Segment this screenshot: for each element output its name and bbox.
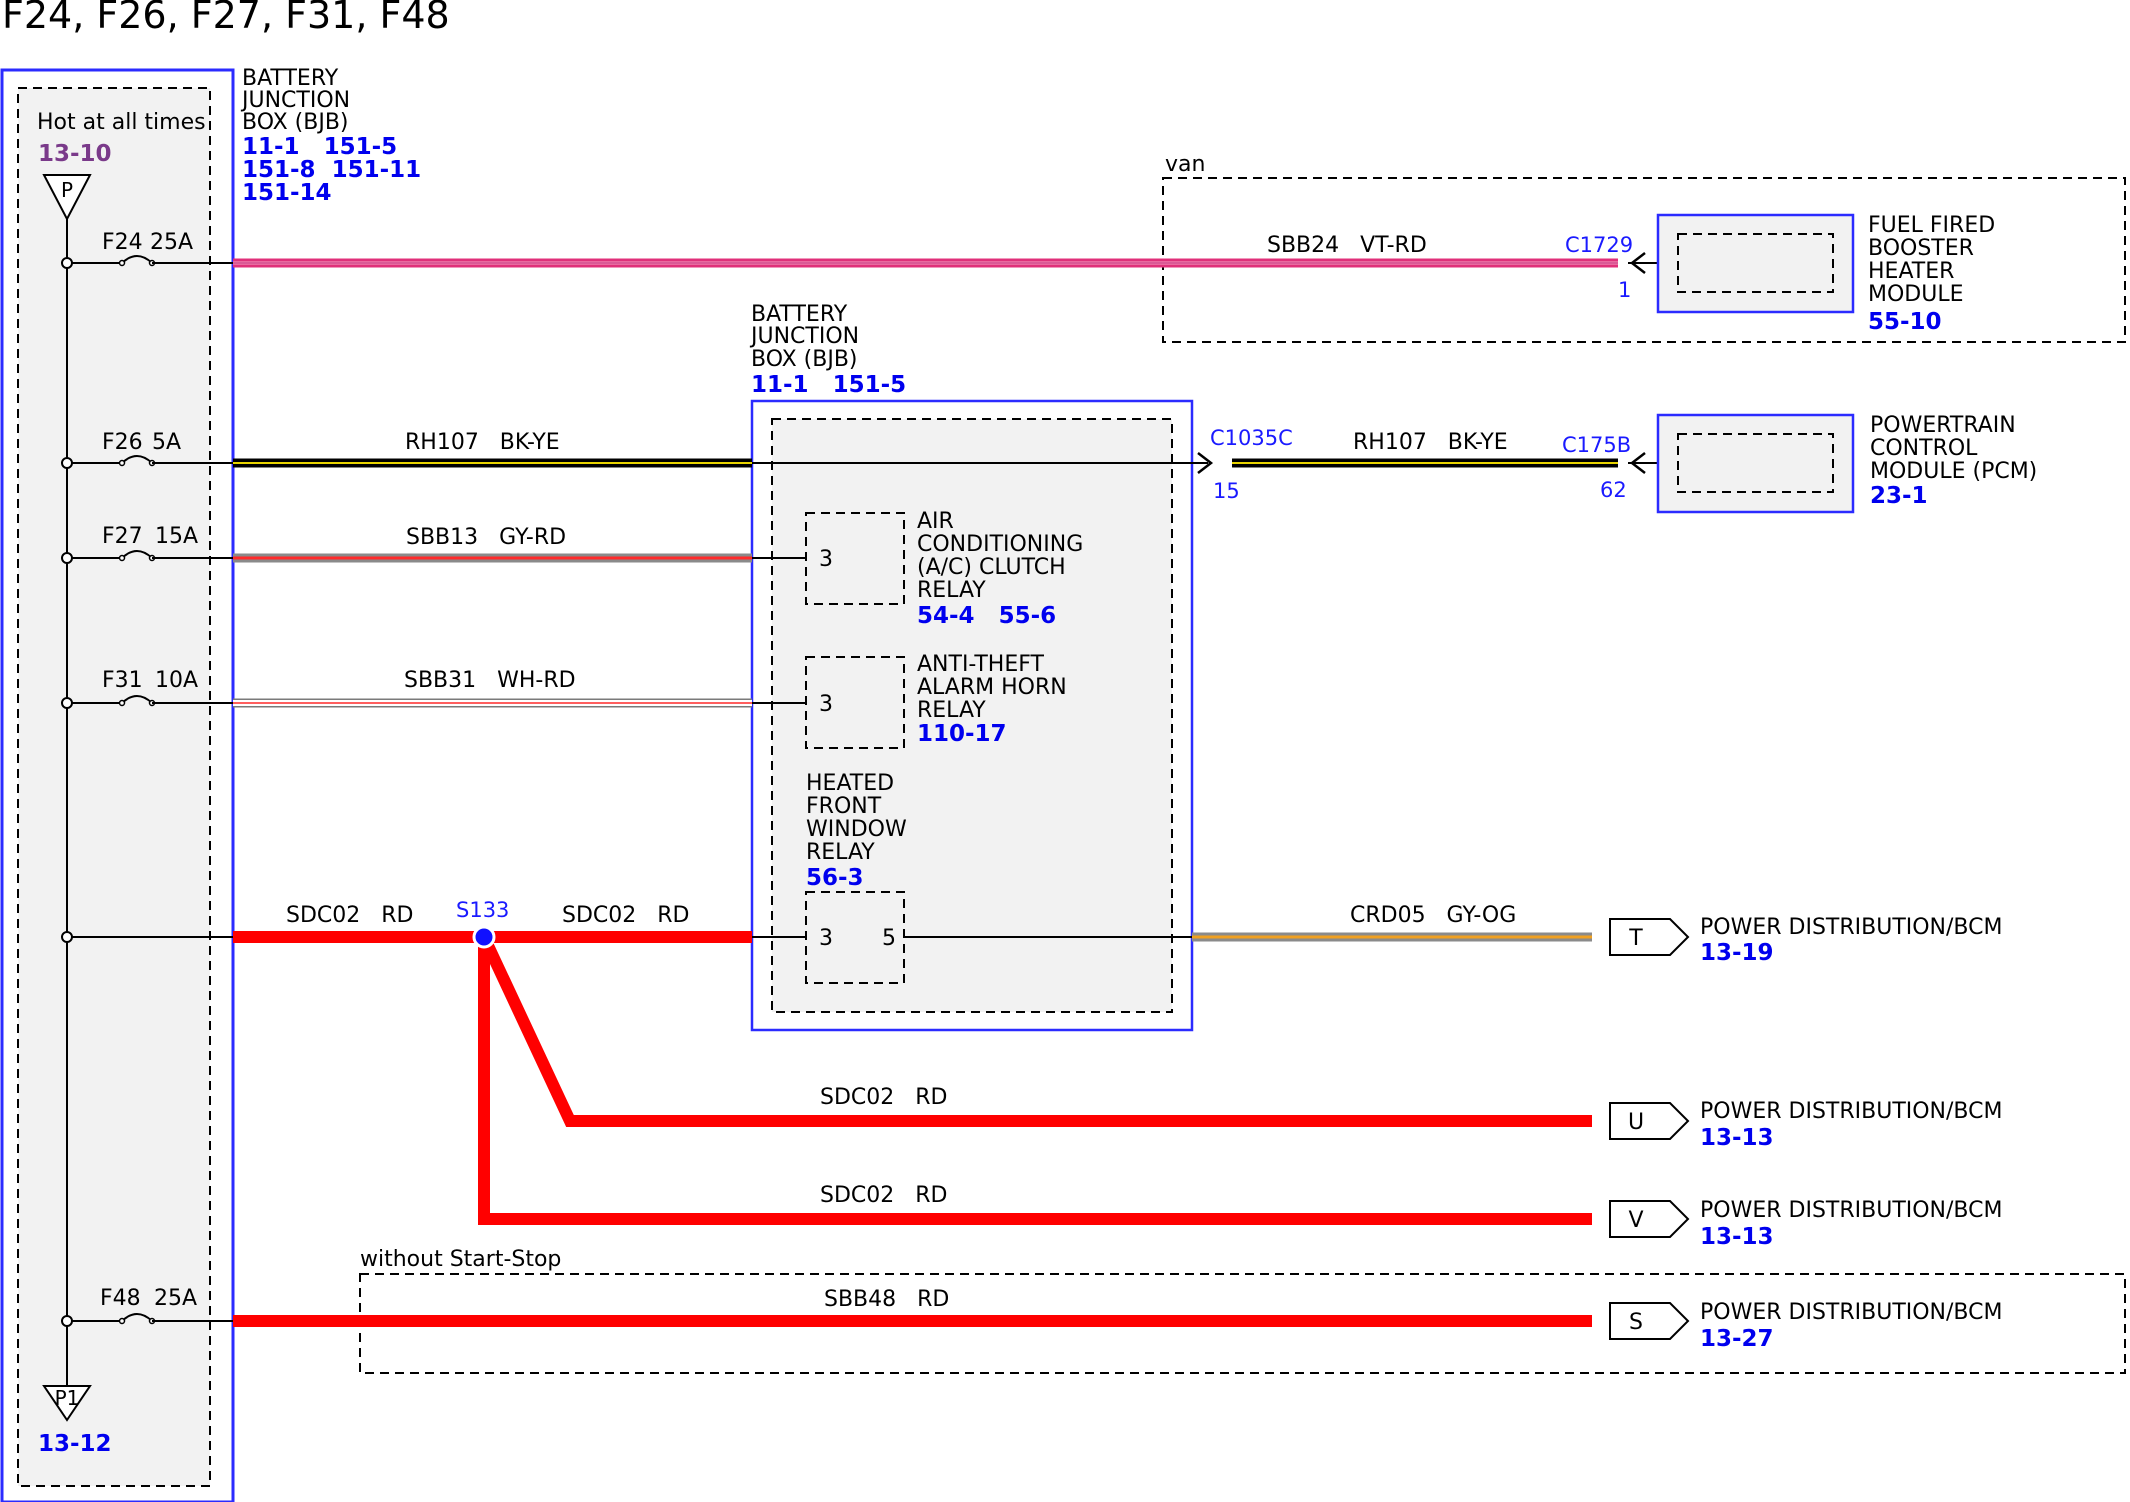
module-fuel-fired-ref[interactable]: 55-10	[1868, 309, 1942, 335]
connector-c1035c-pin: 15	[1213, 479, 1240, 503]
relay-ac-clutch-pin: 3	[819, 547, 833, 572]
svg-text:FUEL FIRED: FUEL FIRED	[1868, 213, 1995, 238]
wire-rh107-right-label: RH107 BK-YE	[1353, 430, 1508, 455]
destination-v-ref[interactable]: 13-13	[1700, 1224, 1774, 1250]
svg-text:RELAY: RELAY	[806, 840, 875, 865]
bjb-left-name: BATTERY JUNCTION BOX (BJB)	[240, 66, 350, 135]
svg-text:ALARM HORN: ALARM HORN	[917, 675, 1067, 700]
splice-s133-label: S133	[456, 898, 509, 922]
module-fuel-fired-booster-heater[interactable]	[1656, 213, 1855, 314]
svg-text:POWERTRAIN: POWERTRAIN	[1870, 413, 2016, 438]
fuse-f31-id: F31	[102, 668, 143, 693]
svg-text:P1: P1	[55, 1386, 80, 1410]
svg-text:CONTROL: CONTROL	[1870, 436, 1978, 461]
svg-text:RELAY: RELAY	[917, 578, 986, 603]
relay-ac-clutch-refs[interactable]: 54-4 55-6	[917, 603, 1056, 629]
wire-rh107-left-label: RH107 BK-YE	[405, 430, 560, 455]
module-pcm[interactable]	[1656, 413, 1855, 514]
svg-text:HEATED: HEATED	[806, 771, 894, 796]
svg-text:WINDOW: WINDOW	[806, 817, 907, 842]
bjb-center-name: BATTERY JUNCTION BOX (BJB)	[749, 302, 859, 372]
fuse-f31-rating: 10A	[155, 668, 198, 693]
connector-c175b[interactable]: C175B	[1562, 433, 1631, 457]
splice-s133-icon[interactable]	[472, 925, 496, 949]
fuse-f48-rating: 25A	[154, 1286, 197, 1311]
connector-c1729-pin: 1	[1618, 278, 1631, 302]
destination-s-ref[interactable]: 13-27	[1700, 1326, 1774, 1352]
destination-u[interactable]: U POWER DISTRIBUTION/BCM 13-13	[1609, 1099, 2002, 1151]
svg-text:ANTI-THEFT: ANTI-THEFT	[917, 652, 1045, 677]
wire-sbb31-label: SBB31 WH-RD	[404, 668, 576, 693]
page-title: F24, F26, F27, F31, F48	[2, 0, 450, 37]
wire-crd05-label: CRD05 GY-OG	[1350, 903, 1516, 928]
wiring-diagram: F24, F26, F27, F31, F48 Hot at all times…	[0, 0, 2126, 1502]
destination-v-label: POWER DISTRIBUTION/BCM	[1700, 1198, 2002, 1223]
destination-s[interactable]: S POWER DISTRIBUTION/BCM 13-27	[1609, 1300, 2002, 1352]
bjb-center-refs[interactable]: 11-1 151-5	[751, 372, 906, 398]
module-pcm-ref[interactable]: 23-1	[1870, 483, 1928, 509]
hot-ref-link[interactable]: 13-10	[38, 141, 112, 167]
svg-text:CONDITIONING: CONDITIONING	[917, 532, 1083, 557]
svg-text:BOX (BJB): BOX (BJB)	[242, 110, 349, 135]
fuse-f24-rating: 25A	[150, 230, 193, 255]
fuse-f26-id: F26	[102, 430, 143, 455]
hot-label: Hot at all times	[37, 110, 206, 135]
destination-t[interactable]: T POWER DISTRIBUTION/BCM 13-19	[1609, 915, 2002, 966]
destination-v-letter: V	[1628, 1208, 1643, 1233]
destination-u-letter: U	[1628, 1110, 1644, 1135]
svg-text:BOOSTER: BOOSTER	[1868, 236, 1974, 261]
destination-t-label: POWER DISTRIBUTION/BCM	[1700, 915, 2002, 940]
fuse-f26-rating: 5A	[152, 430, 181, 455]
svg-text:RELAY: RELAY	[917, 698, 986, 723]
destination-u-label: POWER DISTRIBUTION/BCM	[1700, 1099, 2002, 1124]
wire-sdc02-u-label: SDC02 RD	[820, 1085, 947, 1110]
fuse-f48-id: F48	[100, 1286, 141, 1311]
svg-text:BOX (BJB): BOX (BJB)	[751, 347, 858, 372]
svg-text:151-14: 151-14	[242, 180, 332, 206]
option-without-start-stop-label: without Start-Stop	[360, 1247, 561, 1272]
wire-sbb13-label: SBB13 GY-RD	[406, 525, 566, 550]
fuse-f24-id: F24	[102, 230, 143, 255]
destination-t-ref[interactable]: 13-19	[1700, 940, 1774, 966]
wire-sdc02-left-label: SDC02 RD	[286, 903, 413, 928]
wire-sdc02-v-label: SDC02 RD	[820, 1183, 947, 1208]
wire-sdc02-right-label: SDC02 RD	[562, 903, 689, 928]
svg-text:FRONT: FRONT	[806, 794, 882, 819]
svg-text:P: P	[61, 178, 73, 202]
bjb-left-refs[interactable]: 11-1 151-5 151-8 151-11 151-14	[242, 134, 421, 206]
bjb-left-inner	[17, 87, 211, 1487]
svg-text:JUNCTION: JUNCTION	[749, 324, 859, 349]
fuse-f27-rating: 15A	[155, 524, 198, 549]
option-van-label: van	[1165, 152, 1205, 177]
wire-sbb24-label: SBB24 VT-RD	[1267, 233, 1427, 258]
relay-anti-theft-horn-pin: 3	[819, 692, 833, 717]
relay-anti-theft-horn-refs[interactable]: 110-17	[917, 721, 1007, 747]
wire-sbb48-label: SBB48 RD	[824, 1287, 949, 1312]
svg-text:MODULE (PCM): MODULE (PCM)	[1870, 459, 2037, 484]
destination-t-letter: T	[1628, 926, 1643, 951]
destination-s-label: POWER DISTRIBUTION/BCM	[1700, 1300, 2002, 1325]
fuse-f27-id: F27	[102, 524, 143, 549]
module-pcm-name: POWERTRAIN CONTROL MODULE (PCM)	[1870, 413, 2037, 484]
destination-v[interactable]: V POWER DISTRIBUTION/BCM 13-13	[1609, 1198, 2002, 1250]
svg-text:(A/C) CLUTCH: (A/C) CLUTCH	[917, 555, 1066, 580]
relay-heated-window-pin-in: 3	[819, 926, 833, 951]
svg-text:HEATER: HEATER	[1868, 259, 1954, 284]
connector-c1035c[interactable]: C1035C	[1210, 426, 1293, 450]
relay-heated-window-pin-out: 5	[882, 926, 896, 951]
destination-u-ref[interactable]: 13-13	[1700, 1125, 1774, 1151]
connector-c1729[interactable]: C1729	[1565, 233, 1633, 257]
svg-text:MODULE: MODULE	[1868, 282, 1964, 307]
destination-s-letter: S	[1629, 1310, 1643, 1335]
module-fuel-fired-name: FUEL FIRED BOOSTER HEATER MODULE	[1868, 213, 1995, 307]
svg-text:AIR: AIR	[917, 509, 954, 534]
bottom-ref-link[interactable]: 13-12	[38, 1431, 112, 1457]
relay-heated-window-refs[interactable]: 56-3	[806, 865, 864, 891]
connector-c175b-pin: 62	[1600, 478, 1627, 502]
